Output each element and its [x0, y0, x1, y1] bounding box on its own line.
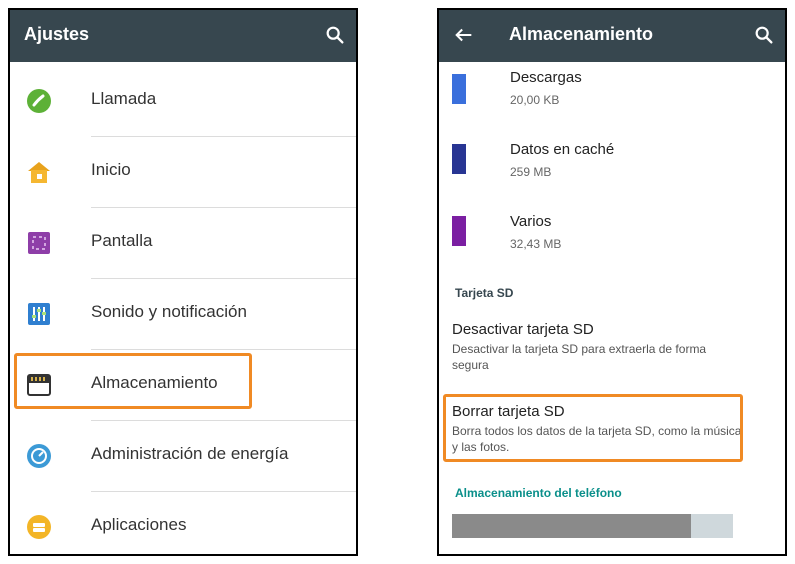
section-header-phone-storage: Almacenamiento del teléfono — [455, 486, 622, 500]
unmount-sd-title: Desactivar tarjeta SD — [452, 321, 594, 338]
highlight-almacenamiento — [14, 353, 252, 409]
color-swatch — [452, 216, 466, 246]
display-icon — [28, 232, 50, 254]
storage-item-name: Datos en caché — [510, 141, 615, 158]
setting-label: Inicio — [91, 160, 131, 179]
storage-app-bar: Almacenamiento — [439, 10, 785, 62]
storage-item-size: 259 MB — [510, 165, 552, 179]
setting-item-llamada[interactable]: Llamada — [10, 66, 356, 136]
color-swatch — [452, 144, 466, 174]
setting-item-pantalla[interactable]: Pantalla — [10, 208, 356, 278]
home-icon — [28, 162, 50, 183]
usage-bar-fill — [452, 514, 691, 538]
highlight-erase-sd — [443, 394, 743, 462]
color-swatch — [452, 74, 466, 104]
setting-item-aplicaciones[interactable]: Aplicaciones — [10, 492, 356, 554]
phone-storage-usage-bar — [452, 514, 733, 538]
setting-label: Pantalla — [91, 231, 153, 250]
storage-item-cache[interactable]: Datos en caché 259 MB — [439, 134, 785, 204]
apps-icon — [27, 515, 51, 539]
storage-screen: Almacenamiento Descargas 20,00 KB Datos … — [437, 8, 787, 556]
setting-label: Administración de energía — [91, 444, 289, 463]
setting-label: Sonido y notificación — [91, 302, 247, 321]
storage-item-size: 20,00 KB — [510, 93, 560, 107]
settings-title: Ajustes — [24, 24, 90, 44]
search-icon[interactable] — [324, 24, 346, 46]
unmount-sd-option[interactable]: Desactivar tarjeta SD Desactivar la tarj… — [452, 321, 742, 373]
back-arrow-icon[interactable] — [453, 24, 475, 46]
phone-icon — [27, 89, 51, 113]
storage-item-varios[interactable]: Varios 32,43 MB — [439, 206, 785, 276]
storage-item-name: Descargas — [510, 69, 582, 86]
search-icon[interactable] — [753, 24, 775, 46]
setting-item-sonido[interactable]: Sonido y notificación — [10, 279, 356, 349]
setting-label: Llamada — [91, 89, 157, 108]
setting-item-energia[interactable]: Administración de energía — [10, 421, 356, 491]
battery-icon — [27, 444, 51, 468]
storage-item-size: 32,43 MB — [510, 237, 562, 251]
section-header-sd: Tarjeta SD — [455, 286, 514, 300]
settings-screen: Ajustes Llamada Inicio Pantalla Sonido y… — [8, 8, 358, 556]
sound-icon — [28, 303, 50, 325]
settings-app-bar: Ajustes — [10, 10, 356, 62]
setting-item-inicio[interactable]: Inicio — [10, 137, 356, 207]
storage-item-descargas[interactable]: Descargas 20,00 KB — [439, 62, 785, 132]
unmount-sd-description: Desactivar la tarjeta SD para extraerla … — [452, 342, 707, 372]
setting-label: Aplicaciones — [91, 515, 187, 534]
storage-item-name: Varios — [510, 213, 552, 230]
storage-title: Almacenamiento — [509, 24, 654, 44]
